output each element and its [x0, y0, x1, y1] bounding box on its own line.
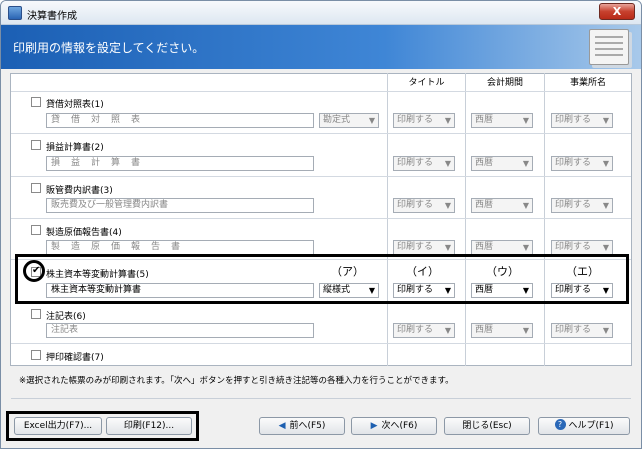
company-value: 印刷する — [555, 242, 592, 252]
company-value: 印刷する — [555, 325, 592, 335]
dialog-window: 決算書作成 X 印刷用の情報を設定してください。 タイトル 会計期間 事業所名 … — [0, 0, 642, 449]
period-value: 西暦 — [475, 325, 494, 335]
column-header-company: 事業所名 — [569, 78, 606, 88]
button-highlight-frame — [6, 411, 199, 441]
chevron-down-icon: ▼ — [444, 243, 451, 252]
header-divider — [11, 91, 631, 92]
prev-button[interactable]: ◀ 前へ(F5) — [259, 417, 345, 435]
column-header-title: タイトル — [408, 78, 445, 88]
title-select-income-statement[interactable]: 印刷する ▼ — [393, 156, 455, 171]
company-select-sga-breakdown[interactable]: 印刷する ▼ — [551, 198, 613, 213]
arrow-left-icon: ◀ — [278, 421, 286, 431]
chevron-down-icon: ▼ — [522, 116, 529, 125]
row-label-balance-sheet: 貸借対照表(1) — [46, 100, 104, 110]
period-value: 西暦 — [475, 242, 494, 252]
app-icon — [8, 6, 22, 20]
header-title: 印刷用の情報を設定してください。 — [13, 41, 205, 55]
column-separator — [387, 73, 388, 366]
checkbox-balance-sheet[interactable] — [31, 97, 41, 107]
company-select-balance-sheet[interactable]: 印刷する ▼ — [551, 113, 613, 128]
period-select-manufacturing-cost[interactable]: 西暦 ▼ — [471, 240, 533, 255]
row-label-income-statement: 損益計算書(2) — [46, 143, 104, 153]
period-value: 西暦 — [475, 158, 494, 168]
chevron-down-icon: ▼ — [602, 326, 609, 335]
title-value: 印刷する — [397, 325, 434, 335]
title-select-manufacturing-cost[interactable]: 印刷する ▼ — [393, 240, 455, 255]
title-input-notes[interactable]: 注記表 — [46, 323, 314, 338]
period-value: 西暦 — [475, 200, 494, 210]
footer-divider — [11, 398, 631, 399]
row-label-sga-breakdown: 販管費内訳書(3) — [46, 186, 113, 196]
column-header-period: 会計期間 — [486, 78, 523, 88]
close-button[interactable]: 閉じる(Esc) — [444, 417, 530, 435]
close-window-button[interactable]: X — [599, 3, 635, 20]
chevron-down-icon: ▼ — [444, 326, 451, 335]
row-divider — [11, 176, 631, 177]
checkbox-sga-breakdown[interactable] — [31, 183, 41, 193]
chevron-down-icon: ▼ — [444, 116, 451, 125]
arrow-right-icon: ▶ — [370, 421, 378, 431]
title-input-sga-breakdown[interactable]: 販売費及び一般管理費内訳書 — [46, 198, 314, 213]
company-value: 印刷する — [555, 115, 592, 125]
row-divider — [11, 343, 631, 344]
chevron-down-icon: ▼ — [602, 159, 609, 168]
title-value: 印刷する — [397, 242, 434, 252]
title-input-income-statement[interactable]: 損 益 計 算 書 — [46, 156, 314, 171]
company-value: 印刷する — [555, 200, 592, 210]
chevron-down-icon: ▼ — [522, 159, 529, 168]
checkbox-highlight-circle — [23, 260, 45, 282]
prev-label: 前へ(F5) — [289, 421, 326, 431]
chevron-down-icon: ▼ — [444, 159, 451, 168]
title-value: 印刷する — [397, 158, 434, 168]
checkbox-seal-confirmation[interactable] — [31, 350, 41, 360]
row-label-notes: 注記表(6) — [46, 312, 86, 322]
title-bar: 決算書作成 X — [1, 1, 641, 25]
title-select-notes[interactable]: 印刷する ▼ — [393, 323, 455, 338]
chevron-down-icon: ▼ — [522, 243, 529, 252]
checkbox-income-statement[interactable] — [31, 140, 41, 150]
footer-note: ※選択された帳票のみが印刷されます。「次へ」ボタンを押すと引き続き注記等の各種入… — [19, 376, 454, 386]
period-select-notes[interactable]: 西暦 ▼ — [471, 323, 533, 338]
chevron-down-icon: ▼ — [602, 116, 609, 125]
help-icon: ? — [554, 419, 566, 430]
next-label: 次へ(F6) — [381, 421, 418, 431]
window-title: 決算書作成 — [27, 11, 77, 22]
title-value: 印刷する — [397, 200, 434, 210]
chevron-down-icon: ▼ — [444, 201, 451, 210]
help-button[interactable]: ? ヘルプ(F1) — [538, 417, 630, 435]
period-select-income-statement[interactable]: 西暦 ▼ — [471, 156, 533, 171]
row-divider — [11, 133, 631, 134]
title-input-balance-sheet[interactable]: 貸 借 対 照 表 — [46, 113, 314, 128]
column-separator — [544, 73, 545, 366]
period-select-balance-sheet[interactable]: 西暦 ▼ — [471, 113, 533, 128]
column-separator — [465, 73, 466, 366]
company-select-income-statement[interactable]: 印刷する ▼ — [551, 156, 613, 171]
format-select-balance-sheet[interactable]: 勘定式 ▼ — [319, 113, 379, 128]
company-select-notes[interactable]: 印刷する ▼ — [551, 323, 613, 338]
help-label: ヘルプ(F1) — [568, 421, 614, 431]
company-value: 印刷する — [555, 158, 592, 168]
chevron-down-icon: ▼ — [368, 116, 375, 125]
row-divider — [11, 218, 631, 219]
title-select-sga-breakdown[interactable]: 印刷する ▼ — [393, 198, 455, 213]
period-select-sga-breakdown[interactable]: 西暦 ▼ — [471, 198, 533, 213]
chevron-down-icon: ▼ — [602, 243, 609, 252]
format-value: 勘定式 — [323, 115, 351, 125]
company-select-manufacturing-cost[interactable]: 印刷する ▼ — [551, 240, 613, 255]
title-value: 印刷する — [397, 115, 434, 125]
period-value: 西暦 — [475, 115, 494, 125]
chevron-down-icon: ▼ — [602, 201, 609, 210]
header-band: 印刷用の情報を設定してください。 — [1, 25, 641, 69]
row-label-manufacturing-cost: 製造原価報告書(4) — [46, 228, 122, 238]
document-icon — [589, 29, 629, 65]
title-input-manufacturing-cost[interactable]: 製 造 原 価 報 告 書 — [46, 240, 314, 255]
row-label-seal-confirmation: 押印確認書(7) — [46, 353, 104, 363]
checkbox-notes[interactable] — [31, 309, 41, 319]
next-button[interactable]: ▶ 次へ(F6) — [351, 417, 437, 435]
checkbox-manufacturing-cost[interactable] — [31, 225, 41, 235]
title-select-balance-sheet[interactable]: 印刷する ▼ — [393, 113, 455, 128]
chevron-down-icon: ▼ — [522, 201, 529, 210]
highlight-frame — [15, 254, 629, 304]
chevron-down-icon: ▼ — [522, 326, 529, 335]
